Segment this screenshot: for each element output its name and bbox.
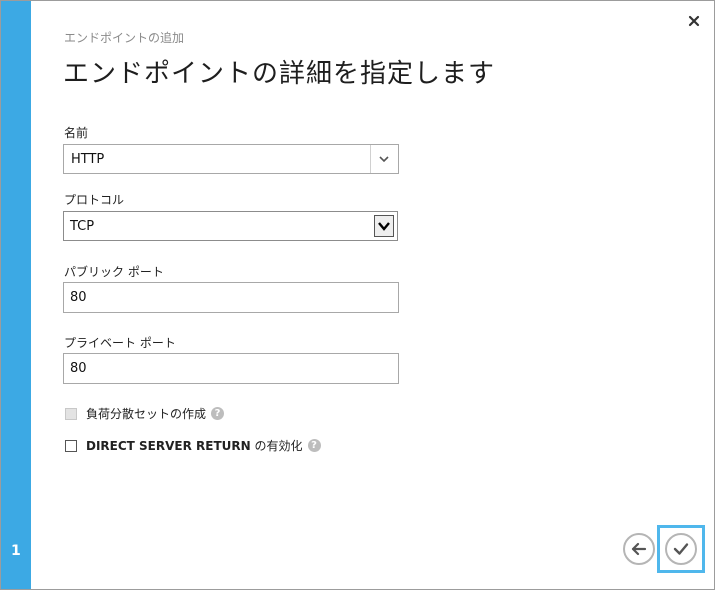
complete-button-focus <box>657 525 705 573</box>
close-icon <box>688 15 700 27</box>
load-balance-row: 負荷分散セットの作成 ? <box>65 405 225 422</box>
close-button[interactable] <box>686 13 702 29</box>
direct-server-return-checkbox[interactable] <box>65 439 77 452</box>
chevron-down-icon <box>379 156 389 163</box>
protocol-value: TCP <box>70 219 95 234</box>
checkmark-icon <box>673 543 689 555</box>
protocol-label: プロトコル <box>64 193 125 207</box>
direct-server-return-label-strong: DIRECT SERVER RETURN <box>86 438 251 453</box>
help-icon[interactable]: ? <box>307 439 321 452</box>
step-number: 1 <box>11 543 21 559</box>
direct-server-return-row: DIRECT SERVER RETURN の有効化 ? <box>65 437 321 454</box>
wizard-subtitle: エンドポイントの追加 <box>64 31 185 45</box>
page-title: エンドポイントの詳細を指定します <box>63 59 496 89</box>
public-port-input[interactable] <box>63 282 399 313</box>
complete-button[interactable] <box>665 533 697 565</box>
private-port-input[interactable] <box>63 353 399 384</box>
back-button[interactable] <box>623 533 655 565</box>
load-balance-label: 負荷分散セットの作成 <box>86 407 207 421</box>
public-port-label: パブリック ポート <box>64 265 164 279</box>
name-value: HTTP <box>71 152 105 167</box>
protocol-dropdown-button[interactable] <box>374 215 394 237</box>
load-balance-checkbox[interactable] <box>65 407 77 420</box>
direct-server-return-label: の有効化 <box>250 439 303 453</box>
name-combobox[interactable]: HTTP <box>63 144 399 174</box>
help-icon[interactable]: ? <box>211 407 225 420</box>
name-label: 名前 <box>64 126 89 140</box>
arrow-left-icon <box>631 542 647 556</box>
name-dropdown-button[interactable] <box>370 145 398 173</box>
private-port-label: プライベート ポート <box>64 336 176 350</box>
dialog-window: 1 エンドポイントの追加 エンドポイントの詳細を指定します 名前 HTTP プロ… <box>0 0 715 590</box>
protocol-select[interactable]: TCP <box>63 211 398 241</box>
chevron-down-icon <box>378 222 390 231</box>
wizard-step-bar: 1 <box>1 1 31 589</box>
